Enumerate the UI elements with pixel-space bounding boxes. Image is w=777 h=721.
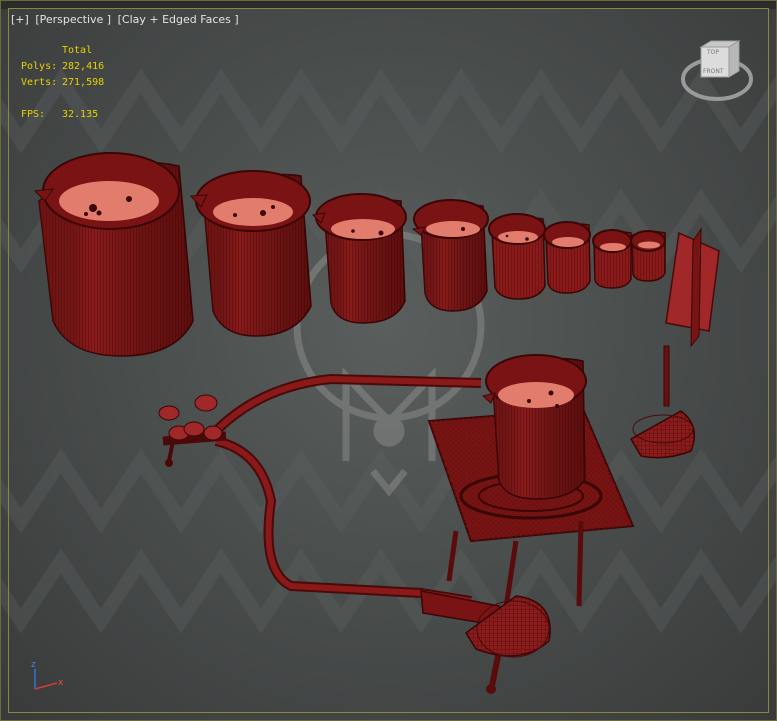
beaker-1[interactable]	[33, 152, 194, 357]
viewport-general-menu[interactable]: [+]	[11, 13, 29, 26]
scene-canvas[interactable]: TOP FRONT z x	[1, 1, 777, 721]
stats-header: Total	[62, 45, 93, 56]
fps-label: FPS:	[21, 109, 46, 120]
viewport-point-of-view-menu[interactable]: [Perspective ]	[35, 13, 111, 26]
statistics-overlay: Total Polys: 282,416 Verts: 271,598 FPS: 32…	[21, 43, 104, 123]
fps-value: 32.135	[62, 109, 99, 120]
viewport-perspective[interactable]: TOP FRONT z x [+] [Perspective ] [Clay +…	[0, 0, 777, 721]
polys-label: Polys:	[21, 61, 58, 72]
beaker-7[interactable]	[592, 229, 632, 289]
axis-gizmo: z x	[31, 660, 64, 690]
axis-x-label: x	[58, 678, 64, 688]
verts-value: 271,598	[62, 77, 105, 88]
verts-label: Verts:	[21, 77, 58, 88]
polys-value: 282,416	[62, 61, 105, 72]
viewcube-front-label[interactable]: FRONT	[703, 68, 724, 75]
beaker-4[interactable]	[411, 199, 489, 312]
beaker-on-tripod[interactable]	[481, 354, 587, 500]
viewcube-top-label[interactable]: TOP	[706, 49, 719, 56]
beaker-6[interactable]	[543, 221, 591, 294]
axis-z-label: z	[31, 660, 36, 670]
viewport-shading-menu[interactable]: [Clay + Edged Faces ]	[118, 13, 239, 26]
beaker-5[interactable]	[488, 213, 546, 300]
beaker-2[interactable]	[189, 170, 312, 337]
viewport-label-menu: [+] [Perspective ] [Clay + Edged Faces ]	[11, 13, 242, 29]
beaker-8[interactable]	[630, 230, 666, 282]
